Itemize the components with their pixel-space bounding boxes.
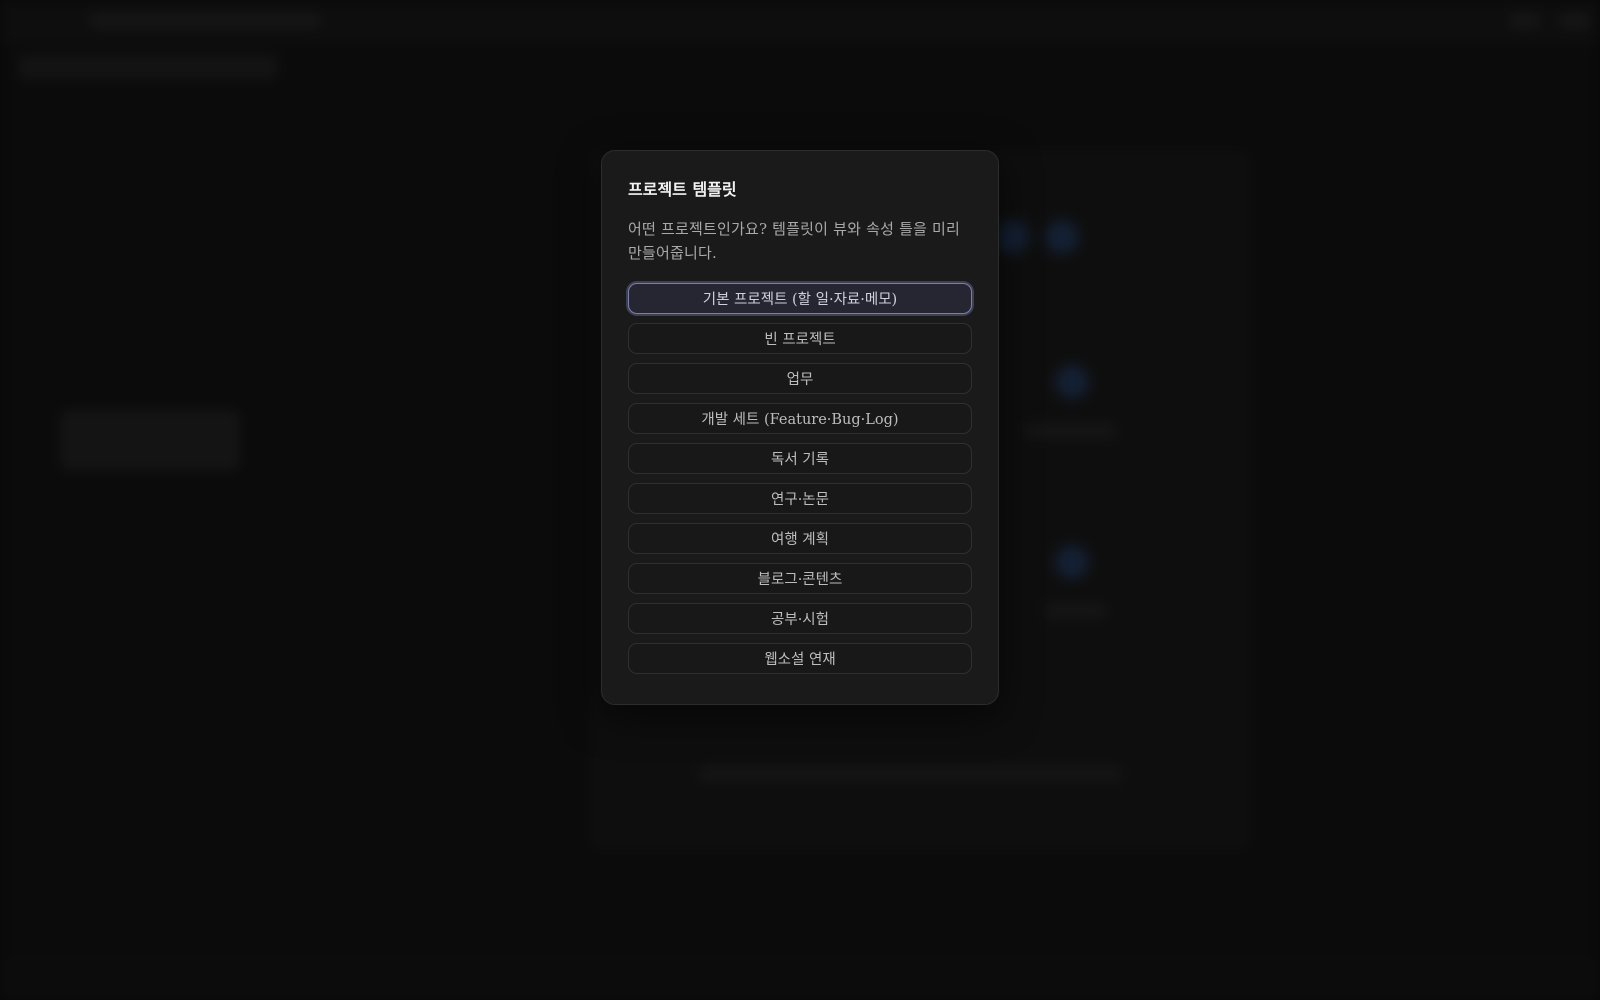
template-option-basic[interactable]: 기본 프로젝트 (할 일·자료·메모) bbox=[628, 283, 972, 314]
template-option-travel[interactable]: 여행 계획 bbox=[628, 523, 972, 554]
template-option-empty[interactable]: 빈 프로젝트 bbox=[628, 323, 972, 354]
template-option-web-novel[interactable]: 웹소설 연재 bbox=[628, 643, 972, 674]
template-option-reading-log[interactable]: 독서 기록 bbox=[628, 443, 972, 474]
template-option-work[interactable]: 업무 bbox=[628, 363, 972, 394]
template-dialog: 프로젝트 템플릿 어떤 프로젝트인가요? 템플릿이 뷰와 속성 틀을 미리 만들… bbox=[601, 150, 999, 705]
dialog-title: 프로젝트 템플릿 bbox=[628, 180, 737, 199]
template-option-study[interactable]: 공부·시험 bbox=[628, 603, 972, 634]
template-option-blog[interactable]: 블로그·콘텐츠 bbox=[628, 563, 972, 594]
template-options: 기본 프로젝트 (할 일·자료·메모) 빈 프로젝트 업무 개발 세트 (Fea… bbox=[628, 283, 972, 674]
template-option-dev-set[interactable]: 개발 세트 (Feature·Bug·Log) bbox=[628, 403, 972, 434]
template-option-research[interactable]: 연구·논문 bbox=[628, 483, 972, 514]
dialog-description: 어떤 프로젝트인가요? 템플릿이 뷰와 속성 틀을 미리 만들어줍니다. bbox=[628, 220, 961, 262]
